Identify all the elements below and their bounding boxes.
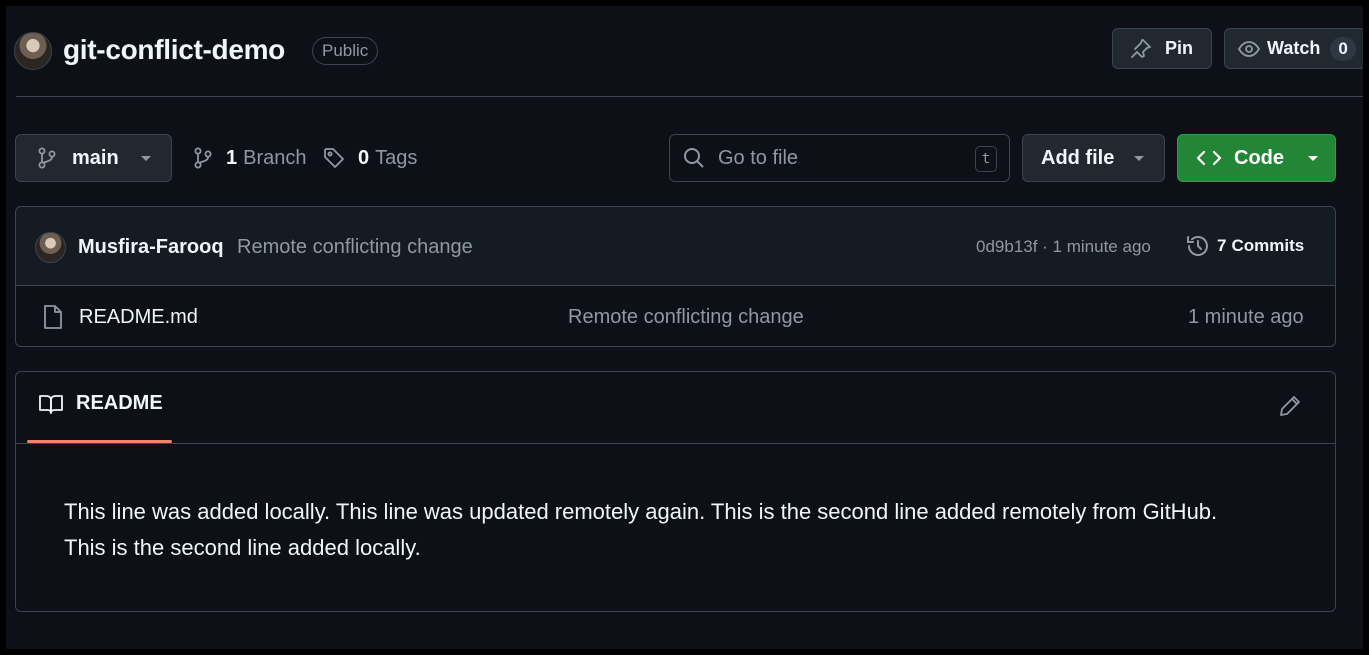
readme-tab[interactable]: README [38,392,163,415]
repo-page: git-conflict-demo Public Pin Watch 0 mai [6,6,1363,649]
latest-commit-bar: Musfira-Farooq Remote conflicting change… [16,207,1335,286]
add-file-label: Add file [1041,146,1115,169]
commit-meta[interactable]: 0d9b13f · 1 minute ago [976,237,1151,257]
book-icon [38,393,64,415]
tags-label: Tags [375,146,418,169]
branch-selector[interactable]: main [15,134,172,182]
file-time: 1 minute ago [1188,306,1304,328]
branch-icon [192,146,214,170]
commits-label: Commits [1231,236,1305,255]
watch-label: Watch [1267,38,1321,58]
code-label: Code [1234,146,1284,169]
visibility-badge: Public [312,37,379,65]
pencil-icon[interactable] [1278,394,1302,418]
go-to-file-search[interactable]: Go to file t [669,134,1010,182]
branch-name: main [72,146,119,169]
branch-icon [36,146,58,170]
file-row[interactable]: README.md Remote conflicting change 1 mi… [16,286,1335,346]
branches-link[interactable]: 1 Branch [192,146,307,170]
code-icon [1196,148,1222,168]
commit-author[interactable]: Musfira-Farooq [78,236,224,259]
chevron-down-icon [139,153,153,163]
readme-content: This line was added locally. This line w… [64,499,1218,560]
tags-count: 0 [358,146,370,169]
readme-header-divider [16,443,1335,444]
tag-icon [322,146,346,170]
add-file-button[interactable]: Add file [1022,134,1165,182]
chevron-down-icon [1132,153,1146,163]
header-divider [16,96,1363,97]
branches-count: 1 [226,146,238,169]
branches-label: Branch [243,146,307,169]
owner-avatar[interactable] [14,32,52,70]
code-button[interactable]: Code [1177,134,1336,182]
readme-tab-label: README [76,392,163,414]
readme-panel: README This line was added locally. This… [15,371,1336,612]
watch-button[interactable]: Watch 0 [1224,28,1363,69]
search-placeholder: Go to file [718,146,799,169]
commits-link[interactable]: 7 Commits [1185,233,1304,259]
search-shortcut-key: t [975,146,997,172]
tags-link[interactable]: 0 Tags [322,146,417,170]
pin-button[interactable]: Pin [1112,28,1212,69]
eye-icon [1237,37,1261,61]
author-avatar[interactable] [35,232,66,263]
file-listing: Musfira-Farooq Remote conflicting change… [15,206,1336,347]
chevron-down-icon [1306,153,1320,163]
commit-message[interactable]: Remote conflicting change [237,236,473,259]
repo-name[interactable]: git-conflict-demo [63,34,285,66]
watch-count: 0 [1330,36,1356,61]
file-commit-message[interactable]: Remote conflicting change [568,306,804,329]
file-icon [42,304,64,330]
search-icon [682,146,706,170]
file-name[interactable]: README.md [79,306,198,329]
pin-label: Pin [1165,38,1194,58]
pin-icon [1129,37,1153,61]
history-icon [1185,233,1211,259]
commits-count: 7 [1217,236,1227,255]
